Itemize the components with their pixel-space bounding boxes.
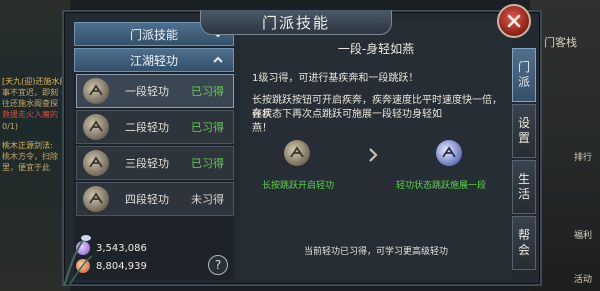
- close-button[interactable]: [497, 4, 531, 38]
- skill-row-3[interactable]: 三段轻功 已习得: [76, 146, 234, 180]
- sprint-demo-icon: [284, 140, 310, 166]
- qinggong-icon: [83, 114, 109, 140]
- skill-status: 已习得: [191, 121, 224, 134]
- qinggong-header[interactable]: 江湖轻功: [74, 48, 234, 72]
- quest-text-line: [天九(迎)还施水阁]: [2, 77, 71, 86]
- skill-progress-note: 当前轻功已习得，可学习更高级轻功: [303, 247, 448, 257]
- skill-desc-line: 燕！: [252, 123, 272, 134]
- help-button[interactable]: ?: [208, 255, 228, 275]
- skill-row-2[interactable]: 二段轻功 已习得: [76, 110, 234, 144]
- tab-sect[interactable]: 门派: [512, 48, 536, 102]
- qinggong-icon: [83, 78, 109, 104]
- tab-settings[interactable]: 设置: [512, 104, 536, 158]
- skill-detail-pane: 一段-身轻如燕 1级习得，可进行基疾奔和一段跳跃！ 长按跳跃按钮可开启疾奔，疾奔…: [240, 22, 512, 280]
- qinggong-header-label: 江湖轻功: [129, 53, 178, 68]
- skill-row-1[interactable]: 一段轻功 已习得: [76, 74, 234, 108]
- chevron-up-icon: [213, 56, 223, 63]
- skill-detail-title: 一段-身轻如燕: [337, 42, 415, 56]
- tab-life[interactable]: 生活: [512, 160, 536, 214]
- panel-title-bar: 门派技能: [200, 10, 392, 35]
- skill-name: 一段轻功: [125, 85, 169, 98]
- jump-demo-icon: [436, 140, 462, 166]
- skill-list-column: 门派技能 江湖轻功 一段轻功 已习得 二段轻功 已习得 三段轻功 已习得 四段轻…: [74, 22, 234, 280]
- quest-text-line: 里，便宜于此: [2, 163, 50, 172]
- tab-label: 生活: [517, 172, 530, 201]
- orchid-decoration-icon: [63, 235, 93, 287]
- quest-text-line: 救援走火入魔的: [2, 110, 58, 119]
- skill-status: 未习得: [191, 193, 224, 206]
- quest-text-line: 往还施水阁查探: [2, 99, 58, 108]
- close-icon: [507, 14, 521, 28]
- qinggong-icon: [83, 150, 109, 176]
- quest-text-line: 事不宜迟，即刻: [2, 88, 58, 97]
- scene-sign: 门客栈: [544, 36, 577, 49]
- tab-label: 帮会: [517, 228, 530, 257]
- skill-desc-line: 1级习得，可进行基疾奔和一段跳跃！: [252, 73, 419, 84]
- quest-text-line: 桃木正源剑法:: [2, 141, 53, 150]
- skill-row-4[interactable]: 四段轻功 未习得: [76, 182, 234, 216]
- quest-text-line: 0/1): [2, 122, 18, 131]
- jump-demo-label: 轻功状态跳跃施展一段: [396, 181, 487, 191]
- tab-guild[interactable]: 帮会: [512, 216, 536, 270]
- ranking-label[interactable]: 排行: [574, 150, 592, 163]
- skill-status: 已习得: [191, 157, 224, 170]
- page-title: 门派技能: [261, 13, 330, 32]
- qinggong-icon: [83, 186, 109, 212]
- chevron-right-icon: [369, 148, 378, 162]
- skill-status: 已习得: [191, 85, 224, 98]
- skill-name: 二段轻功: [125, 121, 169, 134]
- welfare-label[interactable]: 福利: [574, 228, 592, 241]
- tab-label: 设置: [517, 116, 530, 145]
- sprint-demo-label: 长按跳跃开启轻功: [262, 181, 335, 191]
- silver-value: 3,543,086: [96, 242, 147, 254]
- skill-name: 三段轻功: [125, 157, 169, 170]
- tab-label: 门派: [517, 60, 530, 89]
- skill-desc-line: 奔状态下再次点跳跃可施展一段轻功身轻如: [252, 109, 442, 120]
- skill-name: 四段轻功: [125, 193, 169, 206]
- sect-skill-header-label: 门派技能: [129, 27, 178, 42]
- gold-value: 8,804,939: [96, 260, 147, 272]
- quest-text-line: 桃木方令，扫除: [2, 152, 58, 161]
- event-label[interactable]: 活动: [574, 272, 592, 285]
- help-icon: ?: [214, 258, 222, 272]
